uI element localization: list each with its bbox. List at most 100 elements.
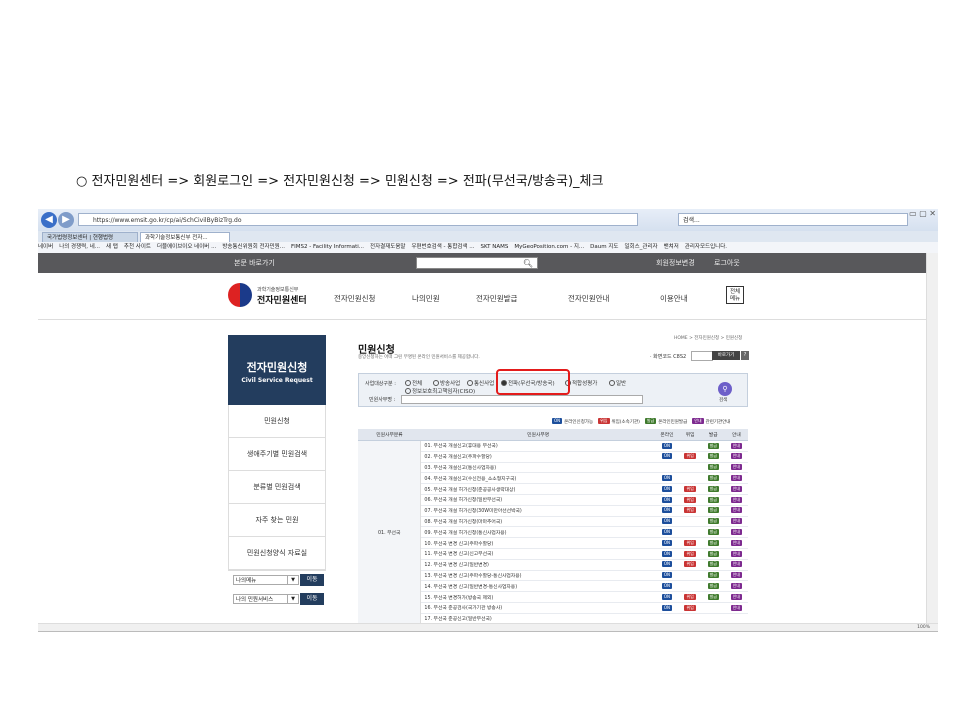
left-nav-item[interactable]: 민원신청: [229, 405, 325, 438]
filter-radio-option[interactable]: 일반: [609, 379, 626, 387]
status-badge[interactable]: 발급: [707, 593, 719, 600]
favorite-item[interactable]: 밴쳐저: [664, 242, 679, 253]
status-badge[interactable]: 안내: [730, 485, 743, 492]
status-badge[interactable]: ON: [661, 593, 673, 600]
favorite-item[interactable]: 나의 경쟁력, 네...: [59, 242, 100, 253]
my-service-select[interactable]: 나의 민원서비스 ▼: [233, 594, 299, 604]
status-badge[interactable]: ON: [661, 442, 673, 449]
civil-name-cell[interactable]: 11. 무선국 변경 신고(신고무선국): [420, 548, 656, 560]
site-name[interactable]: 전자민원센터: [257, 293, 307, 306]
civil-name-cell[interactable]: 15. 무선국 변경허가(방송국 제외): [420, 591, 656, 603]
civil-name-cell[interactable]: 02. 무선국 개설신고(주파수할당): [420, 451, 656, 463]
gnb-apply[interactable]: 전자민원신청: [334, 293, 375, 304]
civil-name-cell[interactable]: 01. 무선국 개설신고(휴대용 무선국): [420, 440, 656, 452]
status-badge[interactable]: 발급: [707, 464, 719, 471]
search-icon[interactable]: 🔍︎: [523, 258, 533, 269]
status-badge[interactable]: 안내: [730, 593, 743, 600]
favorite-item[interactable]: 더블에이브이오 네이버 ...: [157, 242, 216, 253]
browser-search-field[interactable]: 검색...: [678, 213, 908, 226]
status-badge[interactable]: 안내: [730, 539, 743, 546]
back-arrow-icon[interactable]: ◀: [41, 212, 57, 228]
status-badge[interactable]: 안내: [730, 604, 743, 611]
status-badge[interactable]: 위임: [684, 561, 696, 568]
civil-name-cell[interactable]: 09. 무선국 개설 허가신청(통신사업자용): [420, 526, 656, 539]
status-badge[interactable]: 발급: [707, 496, 719, 503]
shortcut-button[interactable]: 바로가기: [712, 351, 740, 360]
civil-name-cell[interactable]: 04. 무선국 개설신고(수신전용_소소형지구국): [420, 472, 656, 485]
favorite-item[interactable]: SKT NAMS: [481, 242, 509, 253]
status-badge[interactable]: 안내: [730, 529, 743, 536]
screen-code-input[interactable]: [691, 351, 713, 361]
gnb-issue[interactable]: 전자민원발급: [476, 293, 517, 304]
status-badge[interactable]: 안내: [730, 453, 743, 460]
zoom-level[interactable]: 100%: [917, 625, 930, 630]
tab-msit[interactable]: 과학기술정보통신부 전자...: [140, 232, 230, 242]
site-search-input[interactable]: 🔍︎: [416, 257, 538, 269]
status-badge[interactable]: 발급: [707, 550, 719, 557]
status-badge[interactable]: 발급: [707, 453, 719, 460]
status-badge[interactable]: 발급: [707, 583, 719, 589]
status-badge[interactable]: ON: [661, 604, 673, 611]
status-badge[interactable]: 안내: [730, 583, 743, 589]
chevron-down-icon[interactable]: ▼: [287, 595, 298, 603]
window-controls[interactable]: ▭ ▢ ✕: [909, 209, 936, 218]
government-logo-icon[interactable]: [228, 283, 252, 307]
status-badge[interactable]: ON: [661, 496, 673, 503]
radio-icon[interactable]: [467, 380, 473, 386]
status-badge[interactable]: 위임: [684, 604, 696, 611]
radio-icon[interactable]: [609, 380, 615, 386]
help-button[interactable]: ?: [741, 351, 749, 360]
filter-radio-option[interactable]: 방송사업: [433, 379, 460, 387]
favorite-item[interactable]: 우편번호검색 - 통합검색 ...: [411, 242, 474, 253]
status-badge[interactable]: 안내: [730, 464, 743, 471]
logout-link[interactable]: 로그아웃: [714, 253, 740, 273]
filter-radio-option[interactable]: 전체: [405, 379, 422, 387]
my-menu-go-button[interactable]: 이동: [300, 574, 324, 586]
status-badge[interactable]: ON: [661, 539, 673, 546]
radio-icon[interactable]: [405, 380, 411, 386]
favorite-item[interactable]: 새 탭: [106, 242, 118, 253]
status-badge[interactable]: ON: [661, 529, 673, 536]
status-badge[interactable]: ON: [661, 583, 673, 589]
left-nav-item[interactable]: 분류별 민원검색: [229, 471, 325, 504]
favorite-item[interactable]: 추천 사이트: [124, 242, 151, 253]
civil-name-cell[interactable]: 14. 무선국 변경 신고(일반변경-통신사업자용): [420, 580, 656, 593]
filter-radio-option[interactable]: 통신사업: [467, 379, 494, 387]
status-badge[interactable]: 위임: [684, 453, 696, 460]
profile-link[interactable]: 회원정보변경: [656, 253, 695, 273]
status-badge[interactable]: ON: [661, 550, 673, 557]
status-badge[interactable]: 위임: [684, 496, 696, 503]
status-badge[interactable]: ON: [661, 518, 673, 525]
status-badge[interactable]: 발급: [707, 572, 719, 579]
left-nav-item[interactable]: 자주 찾는 민원: [229, 504, 325, 537]
status-badge[interactable]: 위임: [684, 593, 696, 600]
status-badge[interactable]: 위임: [684, 550, 696, 557]
status-badge[interactable]: 발급: [707, 529, 719, 536]
civil-name-cell[interactable]: 07. 무선국 개설 허가신청(30W미만아선선박국): [420, 505, 656, 517]
skip-link[interactable]: 본문 바로가기: [234, 253, 275, 273]
favorite-item[interactable]: 일회스_관리자: [624, 242, 657, 253]
status-badge[interactable]: ON: [661, 561, 673, 568]
civil-name-cell[interactable]: 03. 무선국 개설신고(통신사업자용): [420, 462, 656, 474]
status-badge[interactable]: 발급: [707, 507, 719, 514]
tab-law[interactable]: 국가법령정보센터 | 현행법령: [42, 232, 138, 242]
status-badge[interactable]: 발급: [707, 561, 719, 568]
status-badge[interactable]: 발급: [707, 485, 719, 492]
status-badge[interactable]: 발급: [707, 475, 719, 482]
status-badge[interactable]: 안내: [730, 507, 743, 514]
status-badge[interactable]: 위임: [684, 485, 696, 492]
status-badge[interactable]: ON: [661, 453, 673, 460]
favorite-item[interactable]: 전자결재도움말: [370, 242, 405, 253]
scrollbar[interactable]: [926, 253, 938, 631]
favorite-item[interactable]: 방송통신위원회 전자민원...: [222, 242, 285, 253]
my-service-go-button[interactable]: 이동: [300, 593, 324, 605]
gnb-my[interactable]: 나의민원: [412, 293, 440, 304]
forward-arrow-icon[interactable]: ▶: [58, 212, 74, 228]
status-badge[interactable]: 안내: [730, 475, 743, 482]
favorite-item[interactable]: FIMS2 - Facility Informati...: [291, 242, 364, 253]
favorite-item[interactable]: Daum 지도: [590, 242, 618, 253]
status-badge[interactable]: 위임: [684, 507, 696, 514]
search-button[interactable]: ⚲: [718, 382, 732, 396]
radio-icon[interactable]: [433, 380, 439, 386]
filter-radio-option[interactable]: 정보보호최고책임자(CISO): [405, 387, 475, 395]
